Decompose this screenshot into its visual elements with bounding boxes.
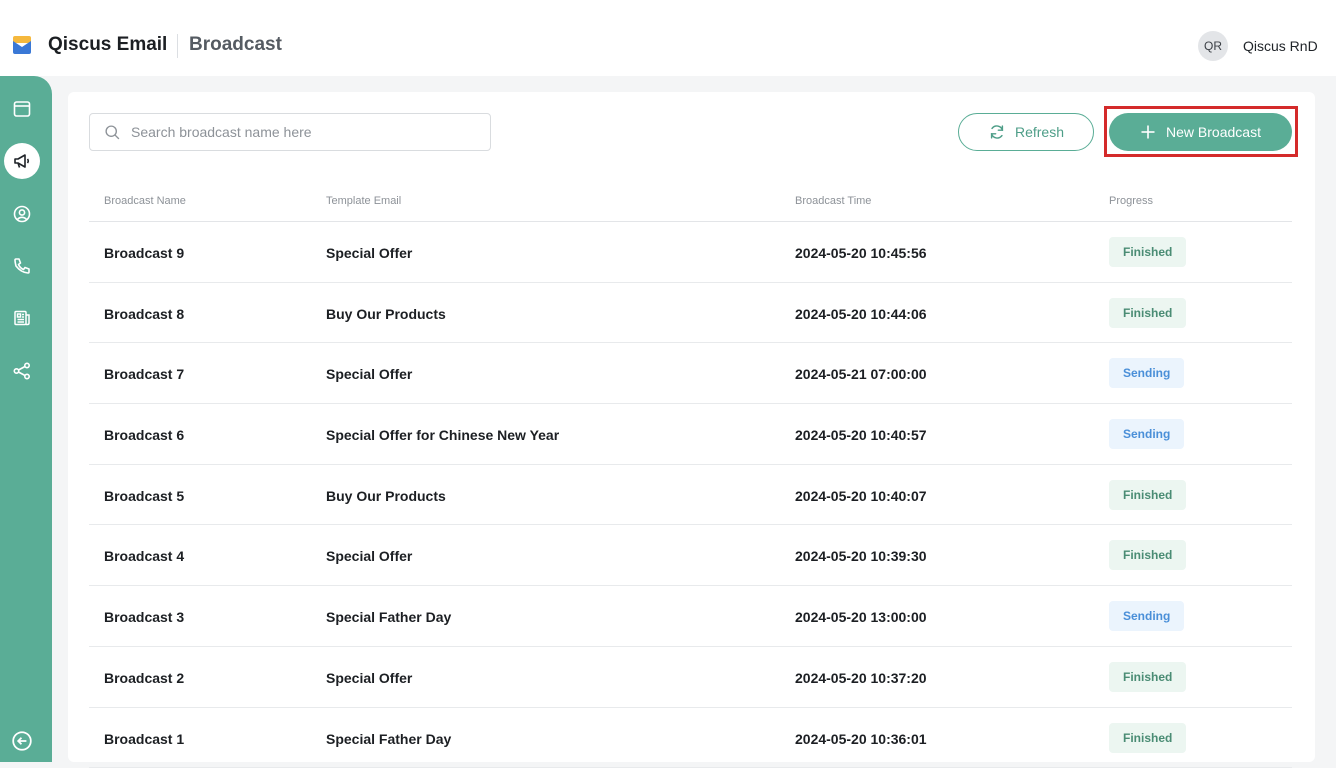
sidebar-item-calls[interactable]: [4, 248, 40, 284]
table-body: Broadcast 9 Special Offer 2024-05-20 10:45…: [89, 222, 1292, 768]
status-badge: Finished: [1109, 540, 1186, 570]
broadcast-name-cell: Broadcast 9: [104, 245, 184, 261]
template-email-cell: Special Offer: [326, 670, 412, 686]
title-divider: [177, 34, 178, 58]
status-badge: Finished: [1109, 298, 1186, 328]
refresh-icon: [988, 123, 1006, 141]
table-row[interactable]: Broadcast 9 Special Offer 2024-05-20 10:45…: [89, 222, 1292, 283]
sidebar-item-integrations[interactable]: [4, 353, 40, 389]
newspaper-icon: [12, 308, 32, 328]
table-row[interactable]: Broadcast 1 Special Father Day 2024-05-20 …: [89, 708, 1292, 768]
status-badge: Finished: [1109, 480, 1186, 510]
megaphone-icon: [12, 151, 32, 171]
broadcast-time-cell: 2024-05-20 10:40:07: [795, 488, 927, 504]
template-email-cell: Special Offer: [326, 548, 412, 564]
table-row[interactable]: Broadcast 8 Buy Our Products 2024-05-20 10…: [89, 283, 1292, 344]
broadcast-name-cell: Broadcast 7: [104, 366, 184, 382]
sidebar-item-templates[interactable]: [4, 300, 40, 336]
search-input[interactable]: [131, 124, 471, 140]
table-row[interactable]: Broadcast 4 Special Offer 2024-05-20 10:39…: [89, 525, 1292, 586]
page-title: Broadcast: [189, 34, 282, 56]
broadcast-panel: Refresh New Broadcast Broadcast Name Tem…: [68, 92, 1315, 762]
broadcast-time-cell: 2024-05-20 13:00:00: [795, 609, 927, 625]
sidebar-item-inbox[interactable]: [4, 91, 40, 127]
template-email-cell: Buy Our Products: [326, 488, 446, 504]
broadcast-time-cell: 2024-05-20 10:36:01: [795, 731, 927, 747]
template-email-cell: Special Offer: [326, 366, 412, 382]
status-badge: Finished: [1109, 723, 1186, 753]
status-badge: Finished: [1109, 237, 1186, 267]
template-email-cell: Special Offer: [326, 245, 412, 261]
table-row[interactable]: Broadcast 7 Special Offer 2024-05-21 07:00…: [89, 343, 1292, 404]
qiscus-email-logo-icon: [12, 35, 32, 55]
refresh-button[interactable]: Refresh: [958, 113, 1094, 151]
broadcast-table: Broadcast Name Template Email Broadcast …: [89, 182, 1292, 768]
status-badge: Sending: [1109, 601, 1184, 631]
template-email-cell: Special Father Day: [326, 731, 451, 747]
table-row[interactable]: Broadcast 6 Special Offer for Chinese New…: [89, 404, 1292, 465]
search-icon: [104, 124, 121, 141]
refresh-label: Refresh: [1015, 124, 1064, 140]
table-row[interactable]: Broadcast 5 Buy Our Products 2024-05-20 10…: [89, 465, 1292, 526]
column-header-broadcast-name: Broadcast Name: [104, 195, 186, 207]
broadcast-name-cell: Broadcast 6: [104, 427, 184, 443]
plus-icon: [1140, 124, 1156, 140]
status-badge: Sending: [1109, 358, 1184, 388]
phone-icon: [12, 256, 32, 276]
broadcast-time-cell: 2024-05-20 10:40:57: [795, 427, 927, 443]
broadcast-time-cell: 2024-05-20 10:37:20: [795, 670, 927, 686]
broadcast-name-cell: Broadcast 3: [104, 609, 184, 625]
app-name: Qiscus Email: [48, 34, 167, 56]
share-nodes-icon: [12, 361, 32, 381]
table-row[interactable]: Broadcast 3 Special Father Day 2024-05-20 …: [89, 586, 1292, 647]
browser-window-icon: [12, 99, 32, 119]
avatar[interactable]: QR: [1198, 31, 1228, 61]
user-circle-icon: [12, 204, 32, 224]
broadcast-time-cell: 2024-05-21 07:00:00: [795, 366, 927, 382]
broadcast-name-cell: Broadcast 2: [104, 670, 184, 686]
table-row[interactable]: Broadcast 2 Special Offer 2024-05-20 10:37…: [89, 647, 1292, 708]
column-header-progress: Progress: [1109, 195, 1153, 207]
broadcast-time-cell: 2024-05-20 10:39:30: [795, 548, 927, 564]
table-header: Broadcast Name Template Email Broadcast …: [89, 182, 1292, 222]
new-broadcast-button[interactable]: New Broadcast: [1109, 113, 1292, 151]
arrow-left-circle-icon[interactable]: [11, 730, 33, 752]
broadcast-name-cell: Broadcast 8: [104, 306, 184, 322]
sidebar-item-contacts[interactable]: [4, 196, 40, 232]
template-email-cell: Buy Our Products: [326, 306, 446, 322]
template-email-cell: Special Offer for Chinese New Year: [326, 427, 559, 443]
column-header-template-email: Template Email: [326, 195, 401, 207]
broadcast-time-cell: 2024-05-20 10:45:56: [795, 245, 927, 261]
top-bar: Qiscus Email Broadcast QR Qiscus RnD: [0, 0, 1336, 76]
status-badge: Finished: [1109, 662, 1186, 692]
column-header-broadcast-time: Broadcast Time: [795, 195, 871, 207]
broadcast-name-cell: Broadcast 5: [104, 488, 184, 504]
sidebar-item-broadcast[interactable]: [4, 143, 40, 179]
broadcast-time-cell: 2024-05-20 10:44:06: [795, 306, 927, 322]
template-email-cell: Special Father Day: [326, 609, 451, 625]
user-name[interactable]: Qiscus RnD: [1243, 38, 1318, 54]
sidebar: [0, 76, 52, 762]
broadcast-name-cell: Broadcast 1: [104, 731, 184, 747]
new-broadcast-label: New Broadcast: [1166, 124, 1261, 140]
broadcast-name-cell: Broadcast 4: [104, 548, 184, 564]
status-badge: Sending: [1109, 419, 1184, 449]
search-box[interactable]: [89, 113, 491, 151]
